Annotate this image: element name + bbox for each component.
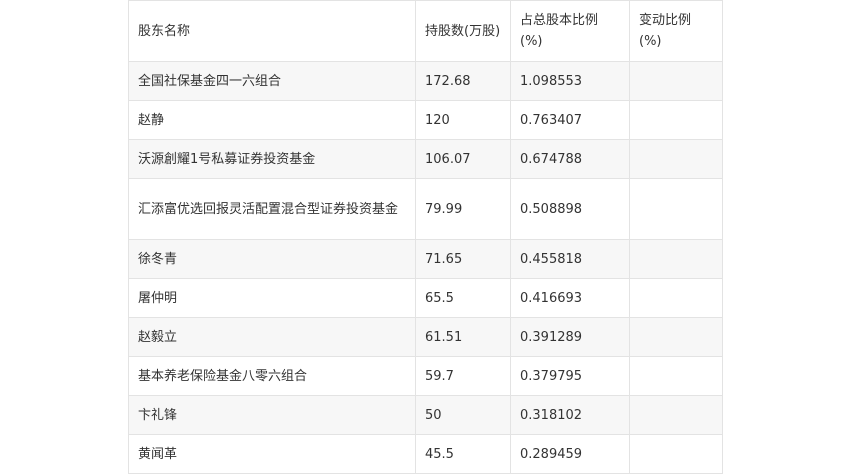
table-row: 徐冬青 71.65 0.455818 <box>128 239 723 279</box>
cell-ratio: 0.289459 <box>510 434 630 474</box>
cell-name: 沃源創耀1号私募证券投资基金 <box>128 139 416 179</box>
cell-ratio: 0.508898 <box>510 178 630 240</box>
table-row: 黄闻革 45.5 0.289459 <box>128 434 723 474</box>
table-row: 卞礼锋 50 0.318102 <box>128 395 723 435</box>
cell-ratio: 0.455818 <box>510 239 630 279</box>
cell-shares: 79.99 <box>415 178 511 240</box>
cell-change <box>629 100 723 140</box>
cell-shares: 172.68 <box>415 61 511 101</box>
table-row: 赵毅立 61.51 0.391289 <box>128 317 723 357</box>
cell-ratio: 0.674788 <box>510 139 630 179</box>
table-row: 全国社保基金四一六组合 172.68 1.098553 <box>128 61 723 101</box>
table-row: 沃源創耀1号私募证券投资基金 106.07 0.674788 <box>128 139 723 179</box>
cell-change <box>629 434 723 474</box>
cell-shares: 61.51 <box>415 317 511 357</box>
cell-name: 徐冬青 <box>128 239 416 279</box>
cell-change <box>629 178 723 240</box>
table-row: 赵静 120 0.763407 <box>128 100 723 140</box>
cell-name: 赵毅立 <box>128 317 416 357</box>
table-row: 汇添富优选回报灵活配置混合型证券投资基金 79.99 0.508898 <box>128 178 723 240</box>
table-row: 基本养老保险基金八零六组合 59.7 0.379795 <box>128 356 723 396</box>
cell-shares: 106.07 <box>415 139 511 179</box>
cell-change <box>629 239 723 279</box>
cell-change <box>629 61 723 101</box>
cell-ratio: 0.318102 <box>510 395 630 435</box>
cell-ratio: 0.416693 <box>510 278 630 318</box>
cell-name: 屠仲明 <box>128 278 416 318</box>
shareholder-table: 股东名称 持股数(万股) 占总股本比例(%) 变动比例(%) 全国社保基金四一六… <box>128 0 723 474</box>
cell-ratio: 0.379795 <box>510 356 630 396</box>
header-shares: 持股数(万股) <box>415 0 511 62</box>
cell-name: 赵静 <box>128 100 416 140</box>
cell-name: 基本养老保险基金八零六组合 <box>128 356 416 396</box>
cell-shares: 71.65 <box>415 239 511 279</box>
cell-shares: 45.5 <box>415 434 511 474</box>
cell-shares: 65.5 <box>415 278 511 318</box>
cell-change <box>629 139 723 179</box>
cell-name: 黄闻革 <box>128 434 416 474</box>
cell-ratio: 1.098553 <box>510 61 630 101</box>
header-shareholder-name: 股东名称 <box>128 0 416 62</box>
cell-ratio: 0.763407 <box>510 100 630 140</box>
cell-change <box>629 278 723 318</box>
cell-change <box>629 395 723 435</box>
cell-shares: 59.7 <box>415 356 511 396</box>
table-row: 屠仲明 65.5 0.416693 <box>128 278 723 318</box>
cell-ratio: 0.391289 <box>510 317 630 357</box>
cell-name: 汇添富优选回报灵活配置混合型证券投资基金 <box>128 178 416 240</box>
cell-name: 卞礼锋 <box>128 395 416 435</box>
cell-shares: 120 <box>415 100 511 140</box>
table-header-row: 股东名称 持股数(万股) 占总股本比例(%) 变动比例(%) <box>128 0 723 62</box>
cell-name: 全国社保基金四一六组合 <box>128 61 416 101</box>
cell-change <box>629 356 723 396</box>
header-share-ratio: 占总股本比例(%) <box>510 0 630 62</box>
header-change-ratio: 变动比例(%) <box>629 0 723 62</box>
cell-shares: 50 <box>415 395 511 435</box>
cell-change <box>629 317 723 357</box>
